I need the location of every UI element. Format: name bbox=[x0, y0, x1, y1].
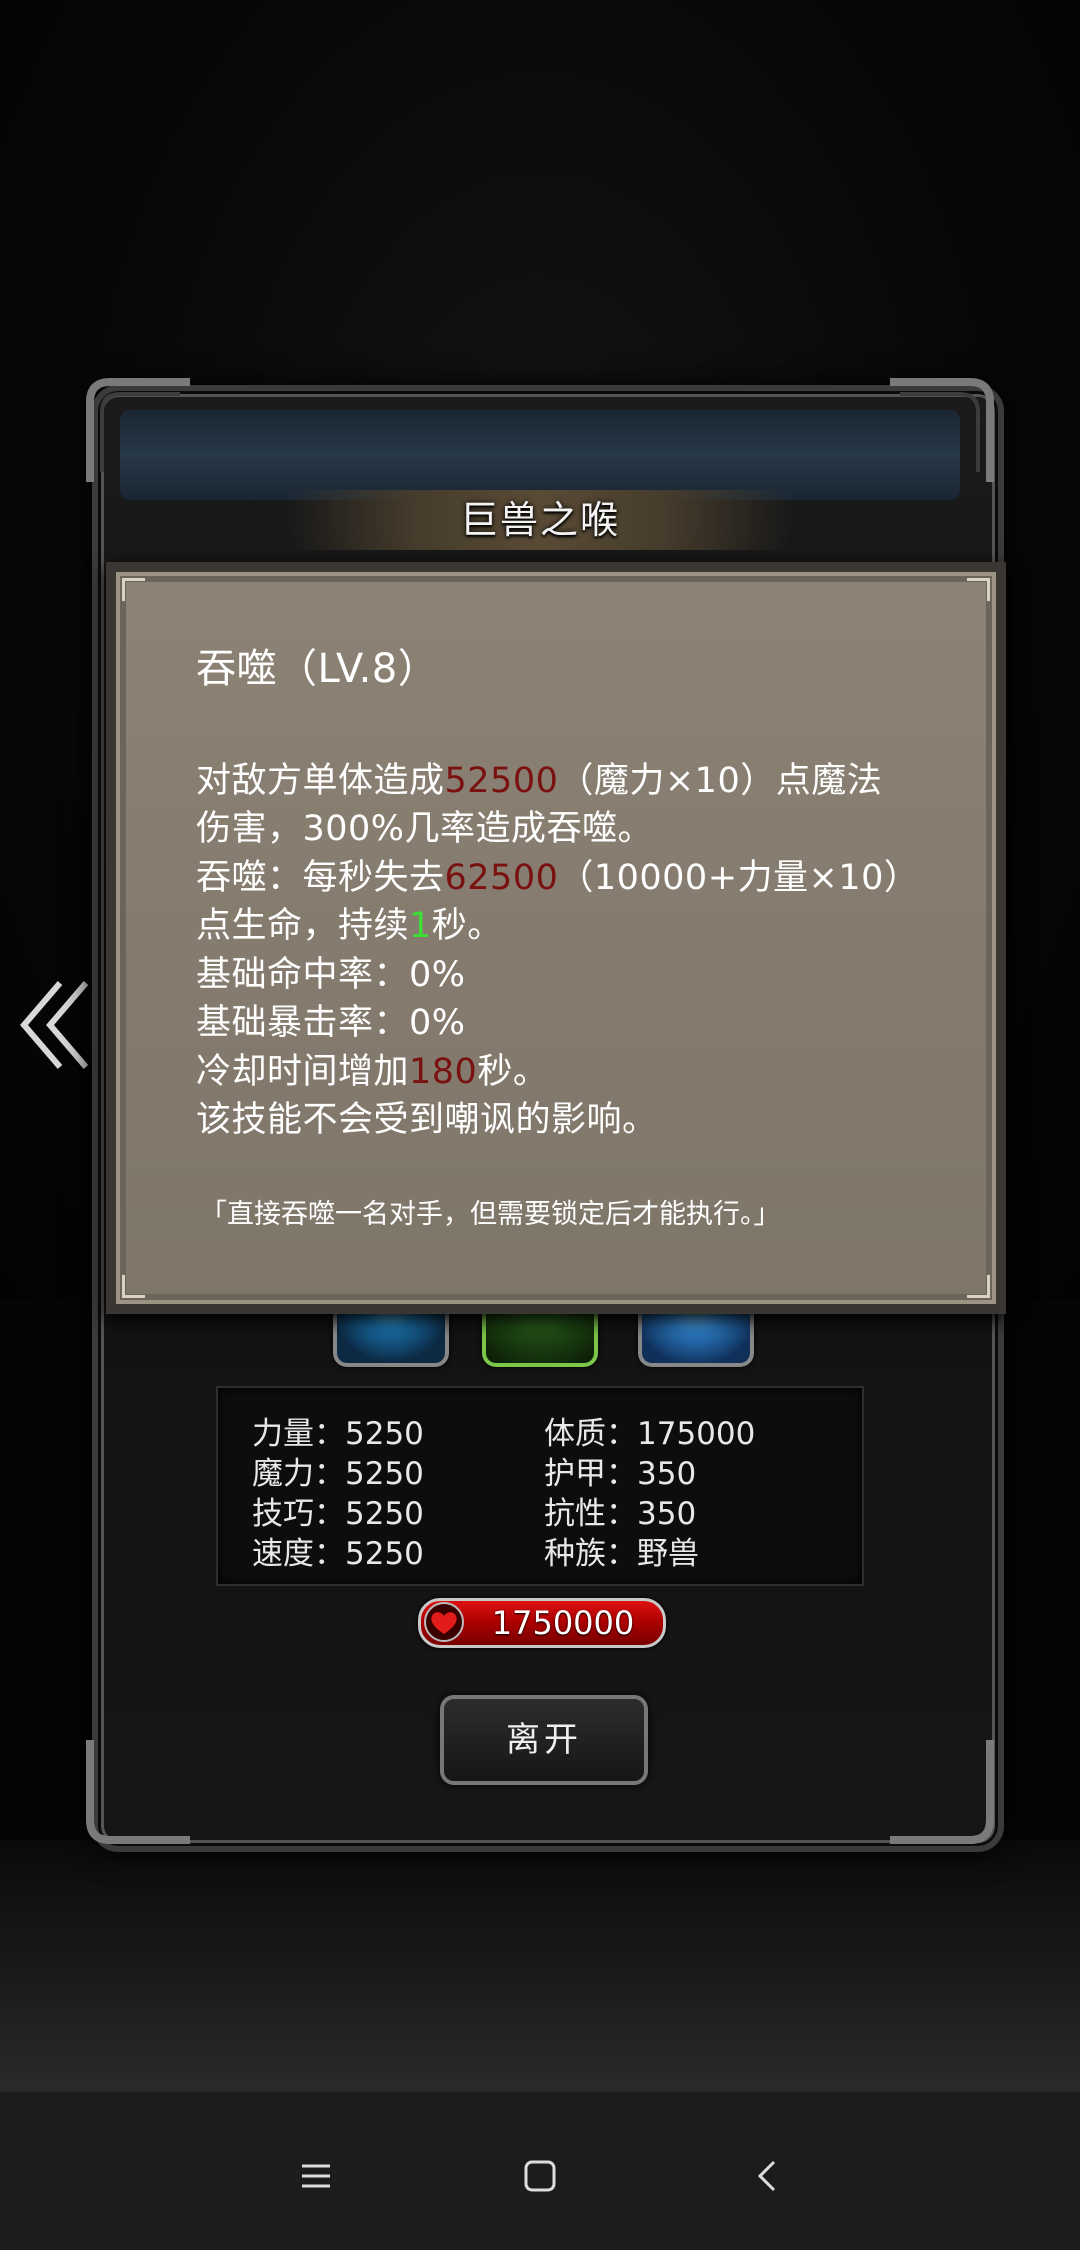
tooltip-corner bbox=[967, 578, 990, 601]
duration-value: 1 bbox=[409, 906, 432, 946]
hp-value: 1750000 bbox=[491, 1604, 635, 1642]
menu-icon[interactable] bbox=[296, 2156, 336, 2196]
taunt-note: 该技能不会受到嘲讽的影响。 bbox=[196, 1100, 658, 1140]
frame-corner-ornament bbox=[86, 378, 190, 482]
stats-panel: 力量：5250 魔力：5250 技巧：5250 速度：5250 体质：17500… bbox=[216, 1386, 864, 1586]
damage-value: 52500 bbox=[444, 761, 559, 801]
frame-corner-ornament bbox=[890, 378, 994, 482]
stat-race: 种族：野兽 bbox=[544, 1536, 699, 1572]
flavor-quote: 「直接吞噬一名对手，但需要锁定后才能执行。」 bbox=[200, 1199, 781, 1230]
frame-corner-ornament bbox=[86, 1740, 190, 1844]
skill-desc-line: 对敌方单体造成52500（魔力×10）点魔法 bbox=[196, 761, 883, 801]
background-ground bbox=[0, 1840, 1080, 2090]
stat-constitution: 体质：175000 bbox=[544, 1416, 756, 1452]
leave-button-label[interactable]: 离开 bbox=[440, 1695, 648, 1785]
skill-name: 吞噬（LV.8） bbox=[196, 646, 439, 692]
stat-strength: 力量：5250 bbox=[252, 1416, 424, 1452]
heart-icon bbox=[424, 1602, 464, 1642]
back-double-chevron-icon[interactable] bbox=[14, 975, 94, 1075]
tooltip-corner bbox=[122, 578, 145, 601]
stat-skill: 技巧：5250 bbox=[252, 1496, 424, 1532]
cooldown-value: 180 bbox=[409, 1052, 478, 1092]
skill-desc-line: 吞噬：每秒失去62500（10000+力量×10） bbox=[196, 858, 920, 898]
cooldown-line: 冷却时间增加180秒。 bbox=[196, 1052, 549, 1092]
hp-loss-value: 62500 bbox=[444, 858, 559, 898]
dialog-title: 巨兽之喉 bbox=[459, 498, 620, 542]
crit-rate: 基础暴击率：0% bbox=[196, 1003, 466, 1043]
frame-header-band bbox=[120, 410, 960, 500]
stat-magic: 魔力：5250 bbox=[252, 1456, 424, 1492]
stat-speed: 速度：5250 bbox=[252, 1536, 424, 1572]
home-square-icon[interactable] bbox=[520, 2156, 560, 2196]
skill-desc-line: 伤害，300%几率造成吞噬。 bbox=[196, 809, 654, 849]
stat-resistance: 抗性：350 bbox=[544, 1496, 697, 1532]
back-icon[interactable] bbox=[748, 2156, 788, 2196]
stat-armor: 护甲：350 bbox=[544, 1456, 697, 1492]
tooltip-corner bbox=[122, 1275, 145, 1298]
hit-rate: 基础命中率：0% bbox=[196, 955, 466, 995]
tooltip-corner bbox=[967, 1275, 990, 1298]
skill-desc-line: 点生命，持续1秒。 bbox=[196, 906, 503, 946]
frame-corner-ornament bbox=[890, 1740, 994, 1844]
